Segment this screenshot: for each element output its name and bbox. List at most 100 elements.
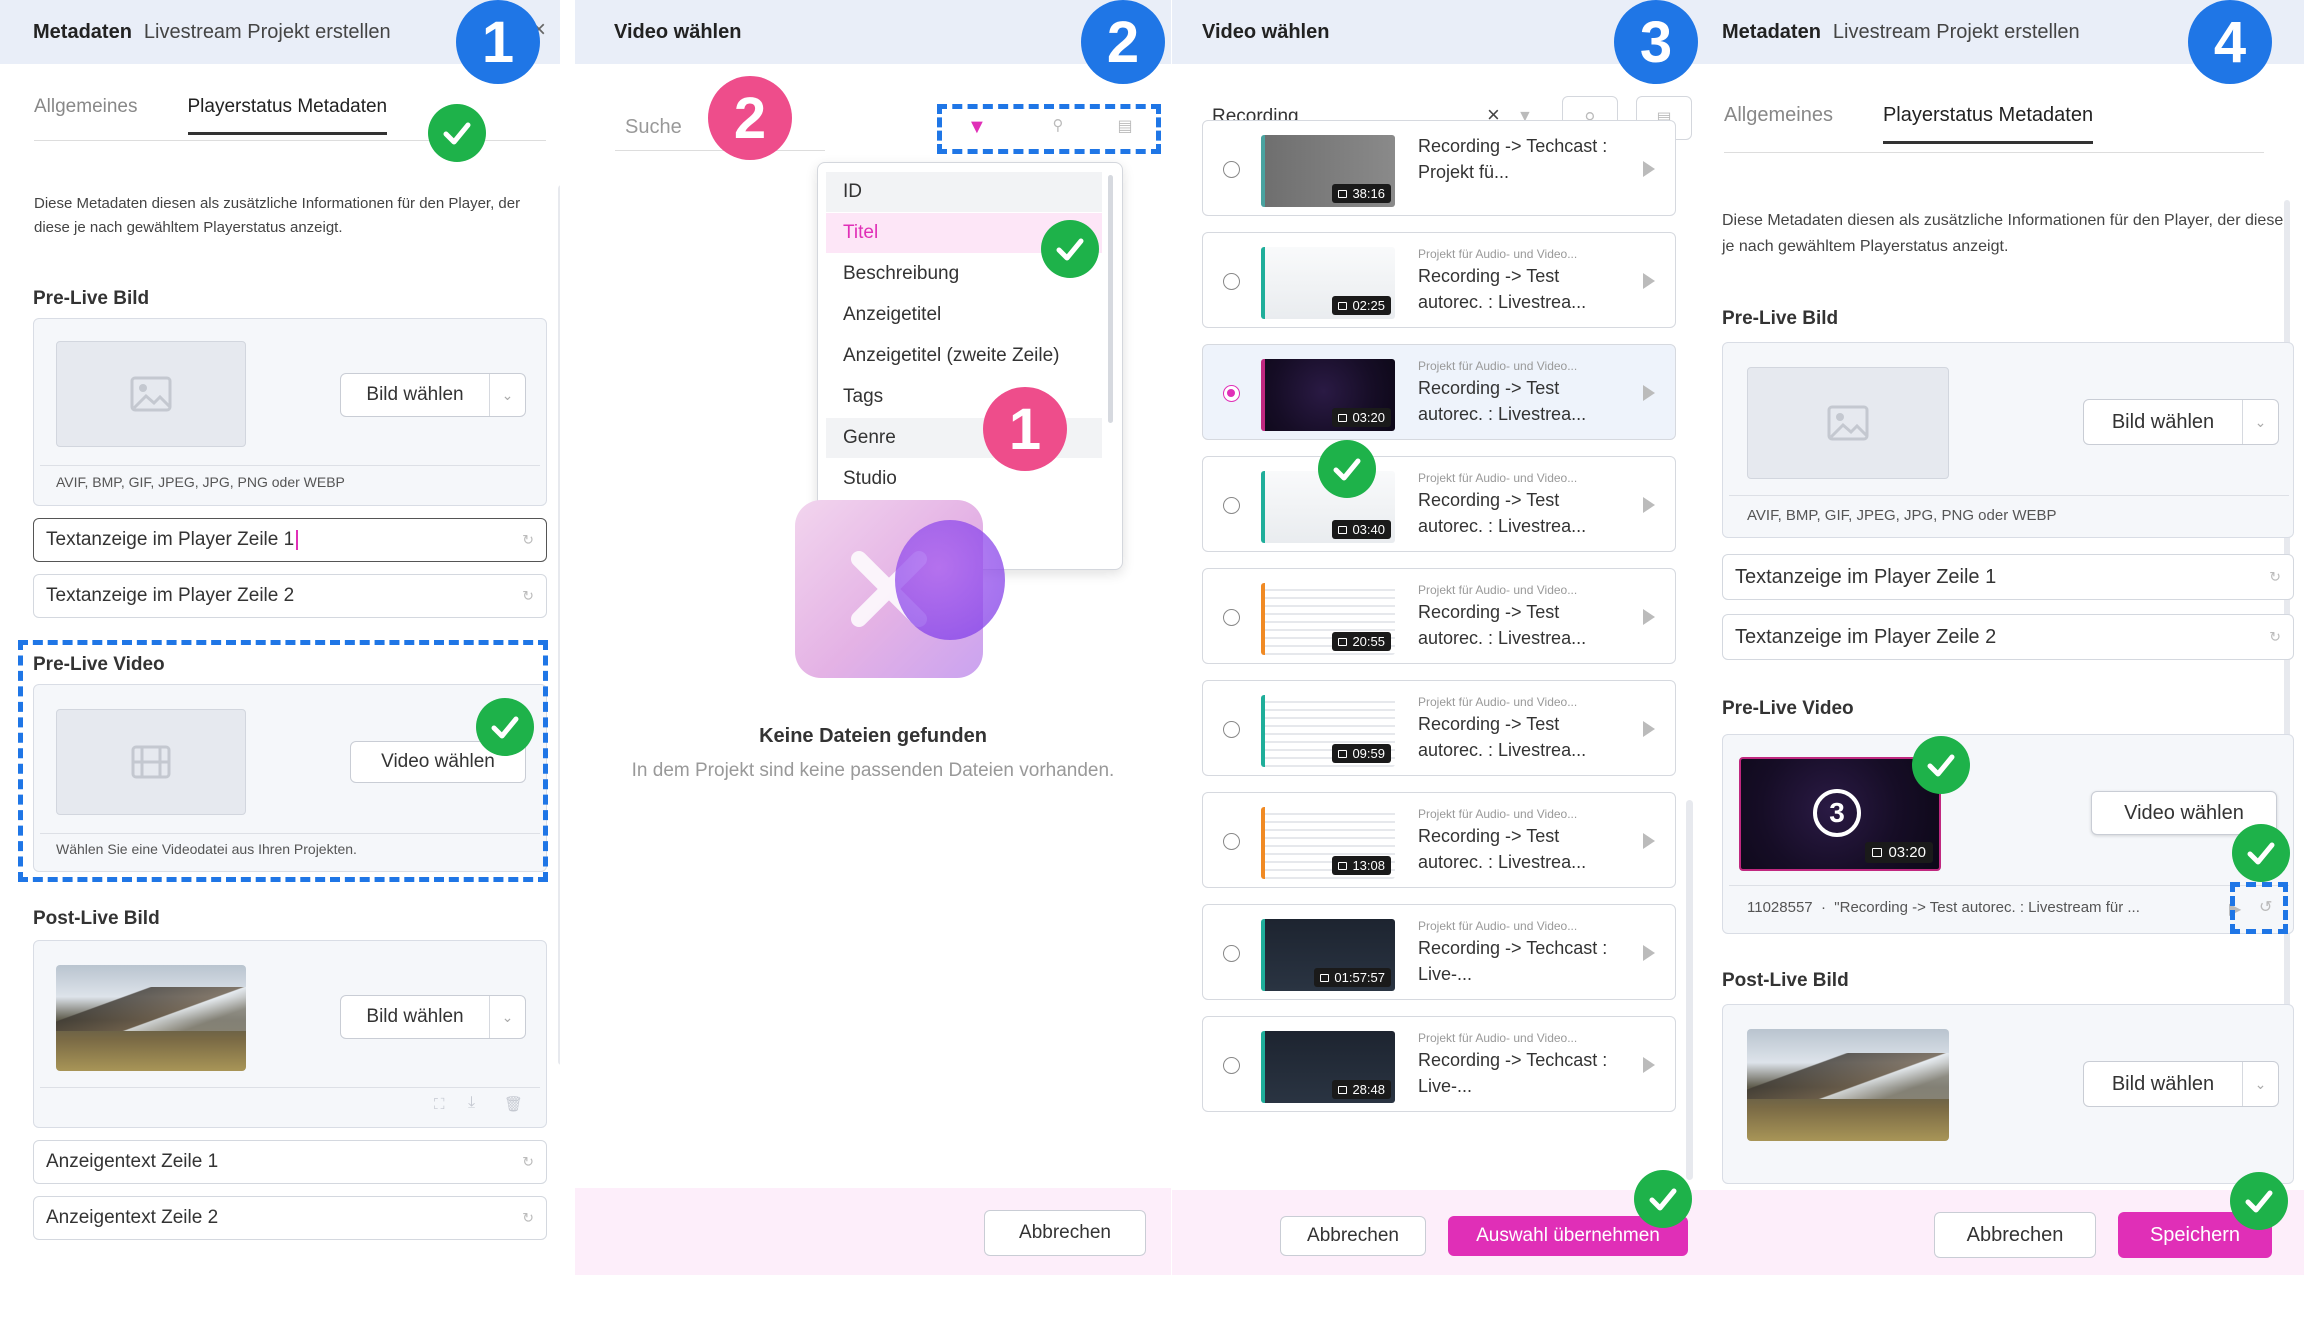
step-badge: 3 bbox=[1614, 0, 1698, 84]
play-icon[interactable] bbox=[1643, 161, 1655, 177]
select-radio[interactable] bbox=[1223, 609, 1240, 626]
reset-icon[interactable]: ↻ bbox=[2269, 629, 2281, 646]
duration-label: 09:59 bbox=[1352, 746, 1385, 761]
video-title: Recording -> Techcast : Live-... bbox=[1418, 938, 1608, 984]
filter-icon[interactable]: ▼ bbox=[967, 116, 987, 139]
play-icon[interactable] bbox=[1643, 609, 1655, 625]
tab-general[interactable]: Allgemeines bbox=[1724, 104, 1833, 144]
text-line1-input[interactable]: Textanzeige im Player Zeile 1 ↻ bbox=[1722, 554, 2294, 600]
image-placeholder bbox=[1747, 367, 1949, 479]
chevron-down-icon[interactable]: ⌄ bbox=[2242, 400, 2278, 444]
play-icon[interactable] bbox=[1643, 945, 1655, 961]
select-radio[interactable] bbox=[1223, 161, 1240, 178]
select-radio[interactable] bbox=[1223, 1057, 1240, 1074]
image-icon bbox=[1827, 405, 1869, 441]
scrollbar[interactable] bbox=[1686, 800, 1693, 1180]
menu-scrollbar[interactable] bbox=[1108, 175, 1113, 423]
filter-menu-item[interactable]: Anzeigetitel bbox=[826, 295, 1102, 335]
scrollbar[interactable] bbox=[558, 185, 560, 1065]
video-list-item[interactable]: 38:16 Recording -> Techcast : Projekt fü.… bbox=[1202, 120, 1676, 216]
choose-image-button[interactable]: Bild wählen ⌄ bbox=[340, 995, 526, 1039]
video-list-item[interactable]: 03:40 Projekt für Audio- und Video... Reco… bbox=[1202, 456, 1676, 552]
video-list-item[interactable]: 13:08 Projekt für Audio- und Video... Reco… bbox=[1202, 792, 1676, 888]
video-list-item[interactable]: 20:55 Projekt für Audio- und Video... Reco… bbox=[1202, 568, 1676, 664]
video-list-item[interactable]: 03:20 Projekt für Audio- und Video... Reco… bbox=[1202, 344, 1676, 440]
reset-icon[interactable]: ↻ bbox=[2269, 569, 2281, 586]
formats-hint: AVIF, BMP, GIF, JPEG, JPG, PNG oder WEBP bbox=[56, 474, 345, 490]
text-line2-input[interactable]: Textanzeige im Player Zeile 2 ↻ bbox=[1722, 614, 2294, 660]
search-icon[interactable]: ⚲ bbox=[1028, 116, 1088, 142]
choose-image-button[interactable]: Bild wählen ⌄ bbox=[340, 373, 526, 417]
play-icon[interactable] bbox=[1643, 721, 1655, 737]
video-project: Projekt für Audio- und Video... bbox=[1418, 247, 1578, 261]
step-badge-search: 2 bbox=[708, 76, 792, 160]
reset-icon[interactable]: ↻ bbox=[522, 1210, 534, 1227]
intro-text: Diese Metadaten diesen als zusätzliche I… bbox=[34, 195, 521, 236]
filter-menu-item[interactable]: Anzeigetitel (zweite Zeile) bbox=[826, 336, 1102, 376]
chevron-down-icon[interactable]: ⌄ bbox=[489, 374, 525, 416]
play-icon[interactable] bbox=[1643, 385, 1655, 401]
image-icon bbox=[130, 376, 172, 412]
chevron-down-icon[interactable]: ⌄ bbox=[489, 996, 525, 1038]
cancel-button[interactable]: Abbrechen bbox=[1280, 1216, 1426, 1256]
play-icon[interactable] bbox=[1643, 833, 1655, 849]
cancel-button[interactable]: Abbrechen bbox=[984, 1210, 1146, 1256]
duration-label: 03:20 bbox=[1352, 410, 1385, 425]
select-radio[interactable] bbox=[1223, 833, 1240, 850]
delete-icon[interactable]: 🗑 bbox=[504, 1095, 523, 1113]
text-line2-value: Textanzeige im Player Zeile 2 bbox=[1735, 625, 1997, 648]
grid-view-icon[interactable]: ▤ bbox=[1101, 116, 1149, 142]
search-input[interactable]: Suche bbox=[625, 116, 682, 139]
select-radio[interactable] bbox=[1223, 273, 1240, 290]
check-icon bbox=[1912, 736, 1970, 794]
expand-icon[interactable]: ⛶ bbox=[434, 1096, 445, 1113]
video-thumbnail: 02:25 bbox=[1261, 247, 1395, 319]
text-line2-input[interactable]: Textanzeige im Player Zeile 2 ↻ bbox=[33, 574, 547, 618]
video-list-item[interactable]: 02:25 Projekt für Audio- und Video... Reco… bbox=[1202, 232, 1676, 328]
display-line1-input[interactable]: Anzeigentext Zeile 1 ↻ bbox=[33, 1140, 547, 1184]
cancel-button[interactable]: Abbrechen bbox=[1934, 1212, 2096, 1258]
panel-metadata-final: Metadaten Livestream Projekt erstellen A… bbox=[1712, 0, 2304, 1275]
chevron-down-icon[interactable]: ⌄ bbox=[2242, 1062, 2278, 1106]
film-icon bbox=[1338, 1085, 1348, 1094]
prelive-image-card: Bild wählen ⌄ AVIF, BMP, GIF, JPEG, JPG,… bbox=[1722, 342, 2294, 538]
tab-bar: Allgemeines Playerstatus Metadaten bbox=[34, 96, 388, 135]
choose-image-button[interactable]: Bild wählen ⌄ bbox=[2083, 1061, 2279, 1107]
select-radio[interactable] bbox=[1223, 385, 1240, 402]
film-icon bbox=[1338, 189, 1348, 198]
play-icon[interactable] bbox=[1643, 273, 1655, 289]
display-line2-input[interactable]: Anzeigentext Zeile 2 ↻ bbox=[33, 1196, 547, 1240]
tab-player-status[interactable]: Playerstatus Metadaten bbox=[187, 96, 388, 135]
play-icon[interactable] bbox=[1643, 1057, 1655, 1073]
choose-image-button[interactable]: Bild wählen ⌄ bbox=[2083, 399, 2279, 445]
filter-menu-item[interactable]: ID bbox=[826, 172, 1102, 212]
video-list-item[interactable]: 01:57:57 Projekt für Audio- und Video... R… bbox=[1202, 904, 1676, 1000]
panel-video-select-filter: Video wählen Suche 2 ▼ ⚲ ▤ ID Titel Beschr… bbox=[575, 0, 1171, 1275]
duration-label: 03:20 bbox=[1888, 844, 1926, 861]
select-radio[interactable] bbox=[1223, 497, 1240, 514]
reset-icon[interactable]: ↻ bbox=[522, 1154, 534, 1171]
text-line1-input[interactable]: Textanzeige im Player Zeile 1 ↻ bbox=[33, 518, 547, 562]
tab-player-status[interactable]: Playerstatus Metadaten bbox=[1882, 104, 2094, 144]
tab-general[interactable]: Allgemeines bbox=[34, 96, 138, 135]
reset-icon[interactable]: ↻ bbox=[522, 588, 534, 605]
duration-badge: 09:59 bbox=[1332, 744, 1391, 763]
duration-badge: 02:25 bbox=[1332, 296, 1391, 315]
step-badge: 4 bbox=[2188, 0, 2272, 84]
check-icon bbox=[1041, 220, 1099, 278]
video-info: 11028557 · "Recording -> Test autorec. :… bbox=[1747, 899, 2140, 916]
reset-icon[interactable]: ↻ bbox=[522, 532, 534, 549]
select-radio[interactable] bbox=[1223, 945, 1240, 962]
select-radio[interactable] bbox=[1223, 721, 1240, 738]
video-list-item[interactable]: 09:59 Projekt für Audio- und Video... Reco… bbox=[1202, 680, 1676, 776]
duration-badge: 28:48 bbox=[1332, 1080, 1391, 1099]
video-list-item[interactable]: 28:48 Projekt für Audio- und Video... Reco… bbox=[1202, 1016, 1676, 1112]
video-title: Recording -> Test autorec. : Livestrea..… bbox=[1418, 602, 1587, 648]
prelive-video-card: 3 03:20 Video wählen 11028557 · "Recordi… bbox=[1722, 734, 2294, 934]
download-icon[interactable]: ⤓ bbox=[468, 1094, 475, 1112]
play-icon[interactable] bbox=[1643, 497, 1655, 513]
video-thumbnail: 09:59 bbox=[1261, 695, 1395, 767]
step-badge-menu: 1 bbox=[983, 387, 1067, 471]
filter-menu-item[interactable]: Studio bbox=[826, 459, 1102, 499]
video-project: Projekt für Audio- und Video... bbox=[1418, 583, 1578, 597]
